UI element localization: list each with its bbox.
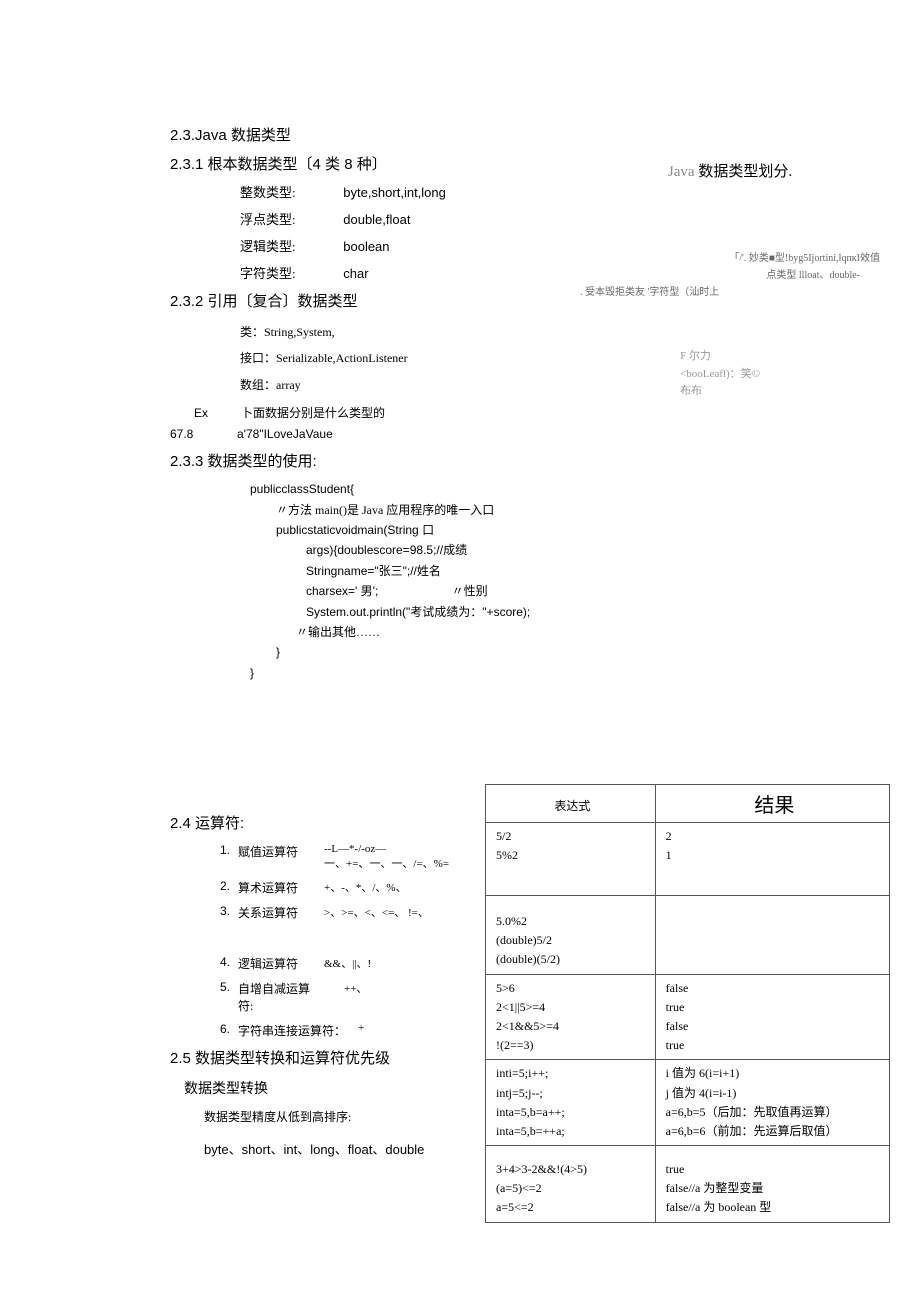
cell-expr: 5>6 2<1||5>=4 2<1&&5>=4 !(2==3): [486, 974, 656, 1060]
type-label: 逻辑类型:: [240, 236, 320, 255]
cell-expr: 5/2 5%2: [486, 823, 656, 896]
ex-label: Ex: [194, 406, 238, 420]
op-name: 自增自减运算符:: [238, 980, 324, 1014]
code-line: charsex=' 男';: [306, 584, 378, 598]
type-label: 整数类型:: [240, 182, 320, 201]
type-row-float: 浮点类型: double,float: [240, 209, 840, 228]
cell-res: 2 1: [655, 823, 889, 896]
code-line: 〃性别: [452, 584, 488, 598]
ref-class: 类：String,System,: [240, 319, 840, 345]
table-header-expr: 表达式: [486, 785, 656, 823]
section-2-3-3-title: 2.3.3 数据类型的使用:: [170, 450, 840, 471]
table-header-result: 结果: [655, 785, 889, 823]
type-value: char: [343, 266, 368, 281]
cell-res: false true false true: [655, 974, 889, 1060]
code-line: System.out.println("考试成绩为："+score);: [306, 602, 840, 622]
cell-expr: inti=5;i++; intj=5;j--; inta=5,b=a++; in…: [486, 1060, 656, 1146]
faded-line: 点类型 llloat、double-: [580, 267, 880, 284]
section-2-5-sub: 数据类型转换: [184, 1078, 490, 1098]
op-num: 4.: [220, 955, 238, 969]
op-num: 5.: [220, 980, 238, 994]
type-value: double,float: [343, 212, 410, 227]
code-line: args){doublescore=98.5;//成绩: [306, 540, 840, 560]
section-2-3-title: 2.3.Java 数据类型: [170, 124, 840, 145]
faded-line: <booLeafl)：笑©: [680, 366, 760, 384]
ex-val-b: a'78"ILoveJaVaue: [237, 427, 333, 441]
table-row: 5/2 5%2 2 1: [486, 823, 890, 896]
op-sym: ++、: [344, 980, 367, 996]
op-name: 逻辑运算符: [238, 955, 324, 972]
op-name: 算术运算符: [238, 879, 324, 896]
type-value: byte,short,int,long: [343, 185, 446, 200]
table-row: 5.0%2 (double)5/2 (double)(5/2): [486, 896, 890, 975]
section-2-5-types: byte、short、int、long、float、double: [204, 1139, 490, 1158]
cell-res: true false//a 为整型变量 false//a 为 boolean 型: [655, 1146, 889, 1223]
type-row-int: 整数类型: byte,short,int,long: [240, 182, 840, 201]
op-sym: +、-、*、/、%、: [324, 879, 407, 895]
op-sym: >、>=、<、<=、 !=、: [324, 904, 429, 920]
ex-text: 卜面数据分别是什么类型的: [241, 406, 385, 420]
op-name: 字符串连接运算符：: [238, 1022, 358, 1039]
op-sym: +: [358, 1022, 364, 1034]
section-2-5-title: 2.5 数据类型转换和运算符优先级: [170, 1047, 490, 1068]
op-name: 关系运算符: [238, 904, 324, 921]
op-name: 赋值运算符: [238, 843, 324, 860]
faded-line: 布布: [680, 383, 760, 401]
operator-list: 1.赋值运算符--L—*-/-oz— 一、+=、一、一、/=、%= 2.算术运算…: [220, 843, 490, 1039]
table-row: 5>6 2<1||5>=4 2<1&&5>=4 !(2==3) false tr…: [486, 974, 890, 1060]
code-line: 〃方法 main()是 Java 应用程序的唯一入口: [276, 500, 840, 520]
type-label: 字符类型:: [240, 263, 320, 282]
type-value: boolean: [343, 239, 389, 254]
op-sym: --L—*-/-oz— 一、+=、一、一、/=、%=: [324, 843, 449, 871]
cell-res: i 值为 6(i=i+1) j 值为 4(i=i-1) a=6,b=5（后加：先…: [655, 1060, 889, 1146]
result-table: 表达式 结果 5/2 5%2 2 1 5.0%2 (double)5/2 (do…: [485, 784, 890, 1223]
section-2-5-line: 数据类型精度从低到高排序:: [204, 1108, 490, 1125]
right-faded-block-2: F 尔力 <booLeafl)：笑© 布布: [680, 348, 760, 401]
op-num: 2.: [220, 879, 238, 893]
op-num: 6.: [220, 1022, 238, 1036]
faded-line: F 尔力: [680, 348, 760, 366]
code-line: 〃输出其他……: [296, 622, 840, 642]
section-2-4-title: 2.4 运算符:: [170, 812, 490, 833]
code-line: }: [276, 642, 840, 662]
code-line: Stringname="张三";//姓名: [306, 564, 441, 578]
code-line: publicclassStudent{: [250, 479, 840, 499]
cell-expr: 5.0%2 (double)5/2 (double)(5/2): [486, 896, 656, 975]
code-block: publicclassStudent{ 〃方法 main()是 Java 应用程…: [250, 479, 840, 683]
right-faded-block: 「/'. 妙类■型!byg5Ijortini,ⅠqпкI效值 点类型 llloa…: [580, 250, 880, 301]
cell-res: [655, 896, 889, 975]
table-row: inti=5;i++; intj=5;j--; inta=5,b=a++; in…: [486, 1060, 890, 1146]
op-num: 3.: [220, 904, 238, 918]
faded-line: . 受本毁拒类友 '字符型（汕时上: [580, 284, 880, 301]
cell-expr: 3+4>3-2&&!(4>5) (a=5)<=2 a=5<=2: [486, 1146, 656, 1223]
op-num: 1.: [220, 843, 238, 857]
right-title: Java Java 数据类型划分.数据类型划分.: [600, 160, 860, 181]
code-line: }: [250, 663, 840, 683]
code-line: publicstaticvoidmain(String 口: [276, 520, 840, 540]
faded-line: 「/'. 妙类■型!byg5Ijortini,ⅠqпкI效值: [580, 250, 880, 267]
ex-val-a: 67.8: [170, 427, 234, 441]
table-row: 3+4>3-2&&!(4>5) (a=5)<=2 a=5<=2 true fal…: [486, 1146, 890, 1223]
type-label: 浮点类型:: [240, 209, 320, 228]
op-sym: &&、||、!: [324, 955, 371, 971]
